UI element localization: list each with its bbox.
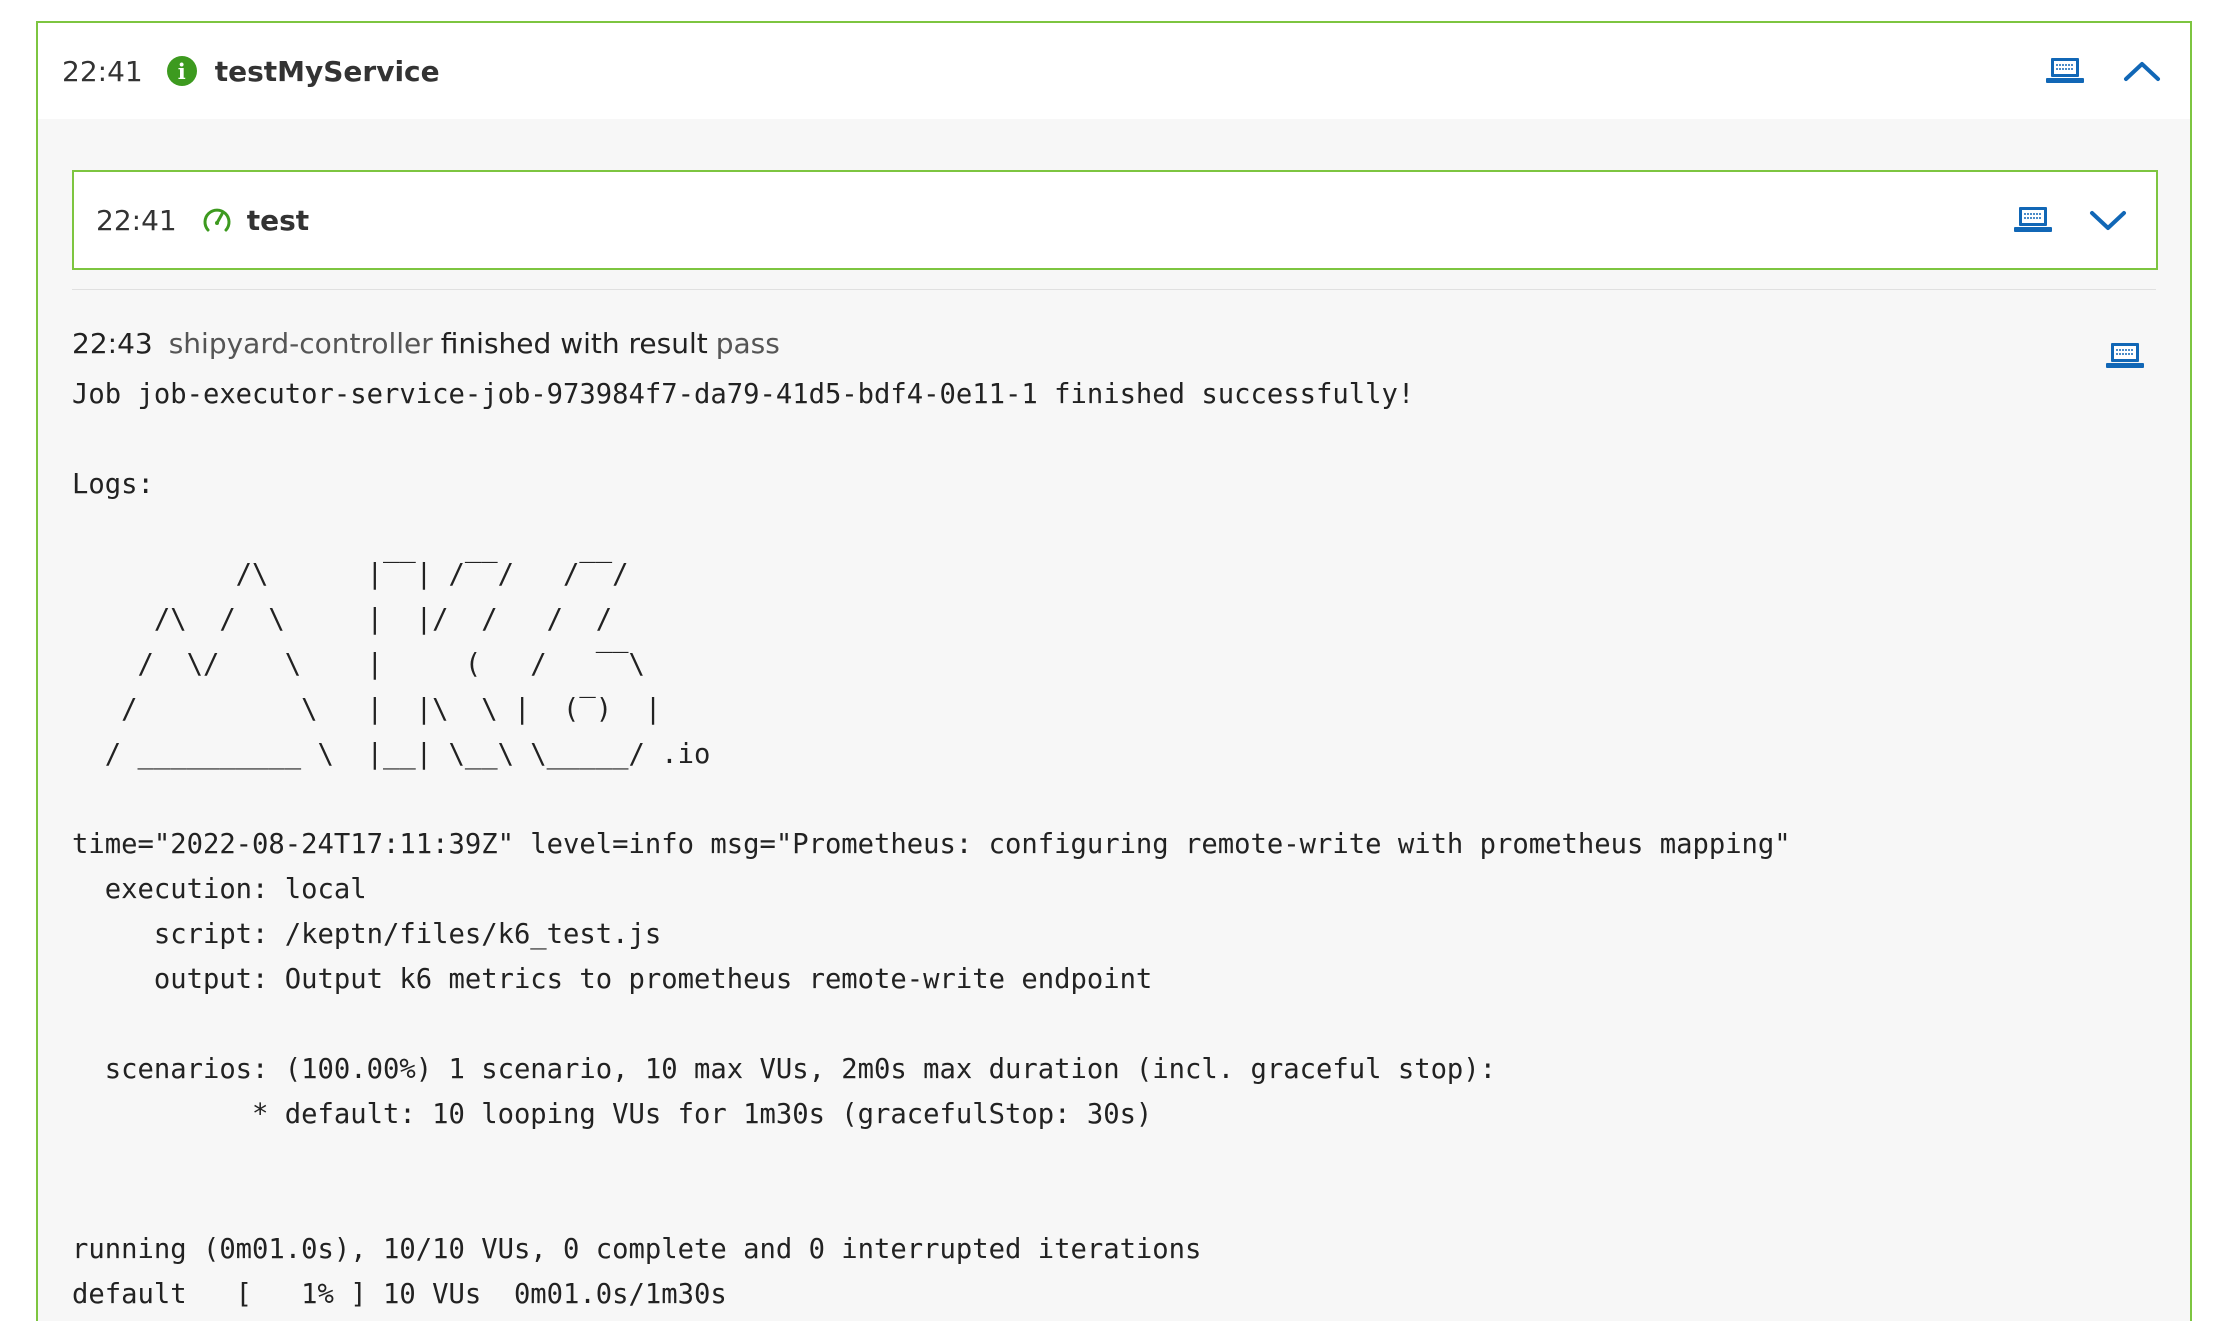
gauge-icon: [201, 204, 233, 236]
event-text: finished with result: [440, 326, 708, 360]
log-output: Job job-executor-service-job-973984f7-da…: [72, 379, 1791, 1310]
chevron-up-icon[interactable]: [2122, 59, 2162, 83]
task-actions: [2014, 172, 2128, 268]
divider: [72, 289, 2156, 290]
info-icon: i: [166, 56, 197, 86]
task-time: 22:41: [96, 203, 177, 237]
task-title: test: [246, 203, 310, 237]
sequence-header[interactable]: 22:41 i testMyService: [38, 23, 2190, 119]
laptop-icon[interactable]: [2046, 56, 2084, 86]
laptop-icon[interactable]: [2014, 205, 2052, 235]
event-row: 22:43 shipyard-controller finished with …: [72, 323, 2156, 368]
sequence-actions: [2046, 23, 2162, 119]
task-card[interactable]: 22:41 test: [72, 170, 2158, 270]
sequence-title: testMyService: [214, 54, 440, 88]
event-result: pass: [715, 326, 780, 360]
sequence-card: 22:41 i testMyService 22:41 test 22:43 s…: [36, 21, 2192, 1321]
laptop-icon[interactable]: [2106, 341, 2144, 371]
event-source: shipyard-controller: [168, 326, 433, 360]
event-time: 22:43: [72, 326, 153, 360]
chevron-down-icon[interactable]: [2088, 208, 2128, 232]
sequence-time: 22:41: [62, 54, 143, 88]
